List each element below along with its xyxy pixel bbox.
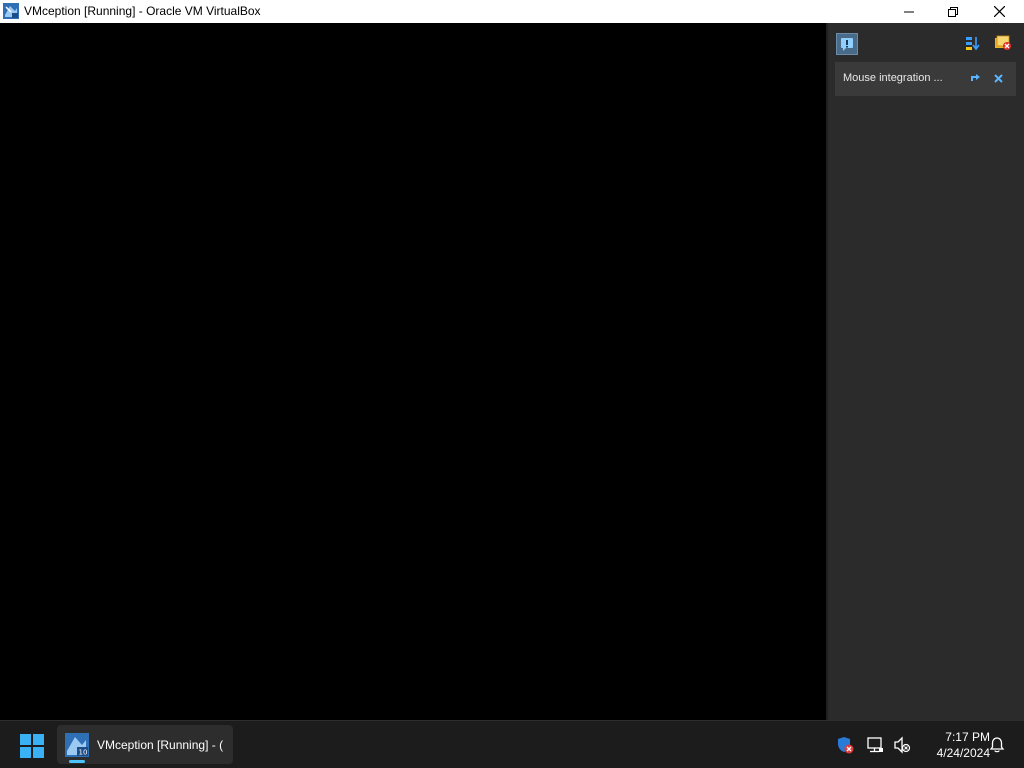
svg-text:10: 10	[79, 749, 88, 757]
notification-text: Mouse integration ...	[843, 72, 943, 84]
sort-button[interactable]	[963, 33, 983, 53]
taskbar: 10 VMception [Running] - ( 7:17 PM 4/24/…	[0, 720, 1024, 768]
close-button[interactable]	[976, 0, 1022, 23]
taskbar-app-label: VMception [Running] - (	[97, 738, 224, 752]
system-clock[interactable]: 7:17 PM 4/24/2024	[916, 729, 990, 761]
pin-icon	[970, 73, 980, 81]
bell-icon[interactable]	[988, 736, 1006, 754]
taskbar-app-virtualbox[interactable]: 10 VMception [Running] - (	[57, 725, 233, 764]
notification-center-panel: Mouse integration ...	[826, 23, 1024, 720]
vm-display[interactable]	[0, 23, 826, 720]
clear-all-button[interactable]	[993, 33, 1013, 53]
notification-close-button[interactable]	[991, 71, 1005, 85]
network-icon[interactable]	[866, 736, 884, 754]
minimize-button[interactable]	[886, 0, 932, 23]
close-icon	[993, 73, 1003, 83]
notification-pin-button[interactable]	[968, 71, 982, 85]
clock-date: 4/24/2024	[936, 746, 990, 760]
windows-start-icon[interactable]	[20, 734, 44, 758]
title-bar[interactable]: VMception [Running] - Oracle VM VirtualB…	[0, 0, 1024, 23]
virtualbox-vm-icon: 10	[65, 733, 89, 757]
minimize-icon	[904, 11, 914, 12]
active-app-indicator	[69, 760, 85, 763]
restore-icon	[948, 6, 958, 17]
notification-item[interactable]: Mouse integration ...	[835, 62, 1016, 96]
notification-center-icon	[841, 38, 853, 51]
volume-muted-icon[interactable]	[893, 736, 911, 754]
restore-button[interactable]	[930, 0, 976, 23]
notification-center-toggle[interactable]	[836, 33, 858, 55]
clock-time: 7:17 PM	[945, 730, 990, 744]
close-icon	[993, 6, 1005, 17]
security-warning-icon[interactable]	[836, 736, 854, 754]
clear-all-icon	[995, 35, 1011, 50]
virtualbox-app-icon[interactable]	[3, 3, 19, 19]
virtualbox-window: VMception [Running] - Oracle VM VirtualB…	[0, 0, 1024, 720]
sort-icon	[966, 37, 980, 51]
window-title: VMception [Running] - Oracle VM VirtualB…	[24, 4, 261, 18]
